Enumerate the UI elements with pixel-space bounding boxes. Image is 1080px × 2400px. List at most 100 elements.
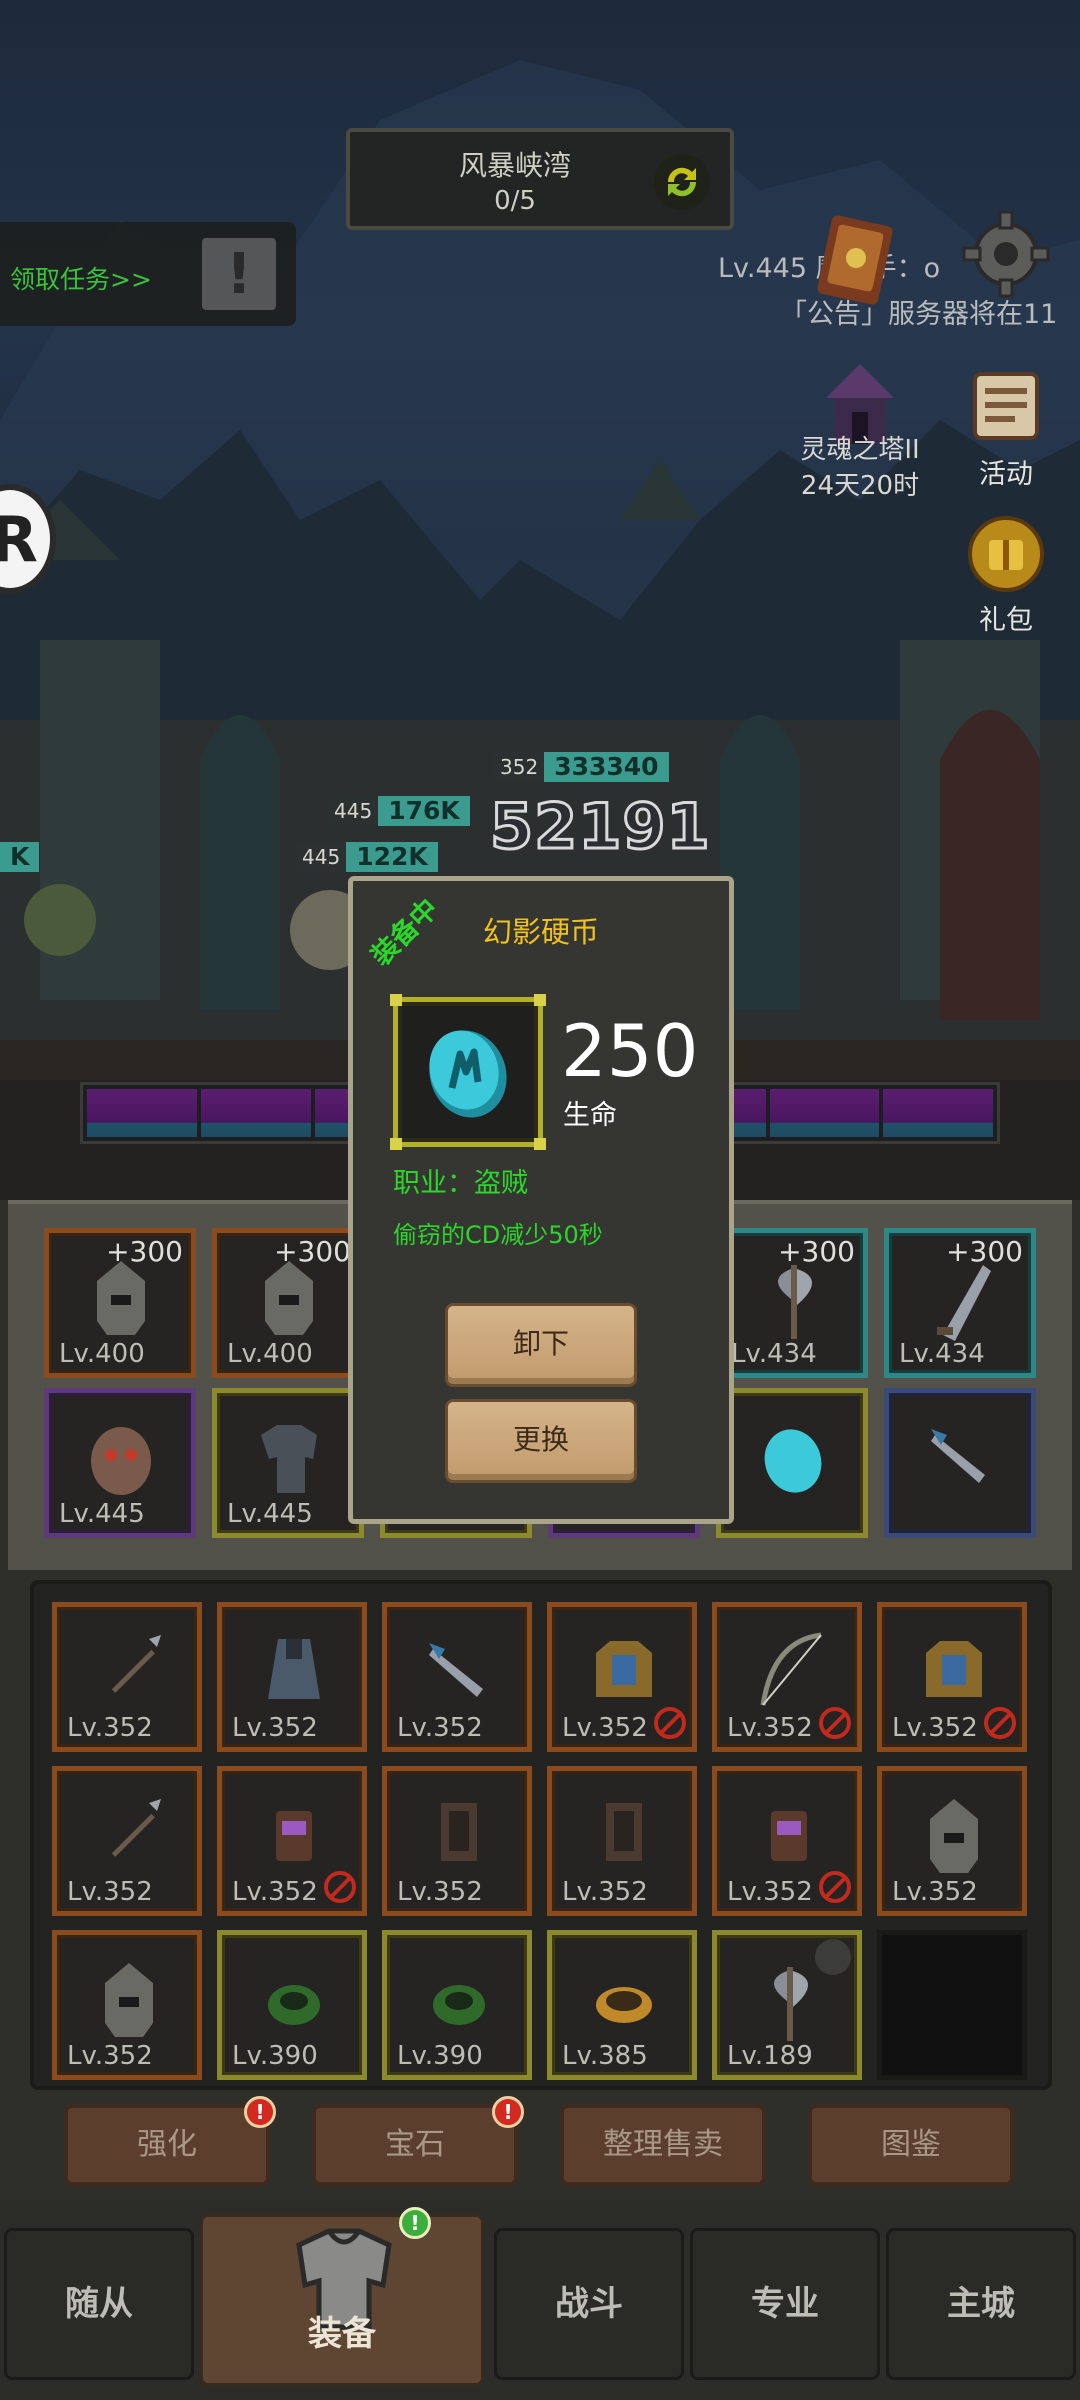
damage-number: 52191 xyxy=(489,789,712,865)
skill-slot[interactable] xyxy=(769,1089,880,1137)
skill-slot[interactable] xyxy=(883,1089,993,1137)
skill-slot[interactable] xyxy=(200,1089,311,1137)
quest-label: 领取任务>> xyxy=(10,265,152,294)
ally2-hp: 122K xyxy=(346,842,438,872)
item-slot[interactable]: Lv.352 xyxy=(52,1766,202,1916)
item-slot[interactable]: Lv.352 xyxy=(52,1930,202,2080)
item-name: 幻影硬币 xyxy=(482,915,599,949)
bracer-icon xyxy=(276,1811,312,1861)
item-slot[interactable]: Lv.385 xyxy=(547,1930,697,2080)
item-level: Lv.352 xyxy=(892,1713,978,1743)
item-slot[interactable]: Lv.352 xyxy=(52,1602,202,1752)
item-slot[interactable]: Lv.445 xyxy=(212,1388,364,1538)
enhance-bonus: +300 xyxy=(106,1235,183,1268)
edge-hp-tag: K xyxy=(0,842,40,872)
alert-badge: ! xyxy=(492,2096,524,2128)
prohibited-icon xyxy=(819,1707,851,1739)
item-level: Lv.352 xyxy=(562,1877,648,1907)
item-level: Lv.390 xyxy=(232,2041,318,2071)
item-slot[interactable]: Lv.352 xyxy=(217,1602,367,1752)
inventory-panel: Lv.352 Lv.352 Lv.352 Lv.352 Lv.352 Lv.352 Lv.3… xyxy=(30,1580,1052,2090)
item-slot[interactable]: +300 Lv.400 xyxy=(44,1228,196,1378)
nav-tab-profession[interactable]: 专业 xyxy=(690,2228,880,2380)
gem-label: 宝石 xyxy=(385,2127,445,2162)
item-level: Lv.352 xyxy=(67,1877,153,1907)
sort-sell-button[interactable]: 整理售卖 xyxy=(560,2104,766,2186)
item-slot[interactable]: Lv.352 xyxy=(217,1766,367,1916)
enhance-bonus: +300 xyxy=(274,1235,351,1268)
gem-button[interactable]: 宝石 ! xyxy=(312,2096,524,2186)
item-slot[interactable]: Lv.352 xyxy=(877,1602,1027,1752)
ring-icon xyxy=(433,1985,485,2025)
activity-label: 活动 xyxy=(979,459,1033,490)
item-level: Lv.352 xyxy=(397,1713,483,1743)
armor-icon xyxy=(261,1425,317,1493)
unequip-button[interactable]: 卸下 xyxy=(445,1303,637,1387)
map-name: 风暴峡湾 xyxy=(458,149,571,182)
item-slot[interactable]: Lv.445 xyxy=(44,1388,196,1538)
spear-icon xyxy=(111,1635,161,1693)
refresh-icon xyxy=(667,167,697,197)
skill-slot[interactable] xyxy=(87,1089,197,1137)
nav-equipment-label: 装备 xyxy=(308,2314,376,2354)
item-level: Lv.352 xyxy=(562,1713,648,1743)
bangle-icon xyxy=(596,1987,652,2023)
ally1-hp: 176K xyxy=(378,796,470,826)
enemy-hp-tag: 352 333340 xyxy=(494,752,669,782)
item-slot[interactable]: +300 Lv.434 xyxy=(716,1228,868,1378)
bottom-nav: 随从 装备 ! 战斗 专业 主城 xyxy=(0,2200,1080,2400)
nav-tab-battle[interactable]: 战斗 xyxy=(494,2228,684,2380)
nav-tab-followers[interactable]: 随从 xyxy=(4,2228,194,2380)
item-slot[interactable]: Lv.352 xyxy=(547,1766,697,1916)
scroll-icon xyxy=(973,372,1039,440)
enemy-level: 352 xyxy=(494,752,545,782)
activity-button[interactable]: 活动 xyxy=(956,366,1056,491)
item-effect: 偷窃的CD减少50秒 xyxy=(393,1221,603,1249)
item-slot[interactable]: +300 Lv.400 xyxy=(212,1228,364,1378)
item-slot[interactable]: Lv.352 xyxy=(382,1766,532,1916)
nav-tab-main-city[interactable]: 主城 xyxy=(886,2228,1076,2380)
item-level: Lv.400 xyxy=(59,1339,145,1369)
phantom-coin-icon xyxy=(429,1030,507,1118)
alert-badge: ! xyxy=(244,2096,276,2128)
codex-button[interactable]: 图鉴 xyxy=(808,2104,1014,2186)
sort-sell-label: 整理售卖 xyxy=(603,2127,723,2162)
item-slot[interactable]: Lv.352 xyxy=(382,1602,532,1752)
item-slot[interactable] xyxy=(716,1388,868,1538)
job-requirement: 职业：盗贼 xyxy=(393,1168,528,1199)
adventure-book-icon[interactable] xyxy=(810,210,900,310)
map-progress: 0/5 xyxy=(494,186,536,216)
ally2-hp-tag: 445 122K xyxy=(296,842,438,872)
item-slot[interactable]: Lv.352 xyxy=(712,1602,862,1752)
codex-label: 图鉴 xyxy=(881,2127,941,2162)
claim-quest-button[interactable]: 领取任务>> ! xyxy=(0,222,296,326)
item-slot[interactable]: Lv.352 xyxy=(877,1766,1027,1916)
nav-tab-equipment[interactable]: 装备 ! xyxy=(200,2207,484,2386)
item-frame xyxy=(390,994,546,1150)
prohibited-icon xyxy=(324,1871,356,1903)
spear-icon xyxy=(111,1799,161,1857)
item-slot[interactable]: Lv.390 xyxy=(217,1930,367,2080)
prohibited-icon xyxy=(819,1871,851,1903)
enhance-label: 强化 xyxy=(137,2127,197,2162)
item-slot[interactable]: Lv.189 xyxy=(712,1930,862,2080)
coin-icon xyxy=(764,1429,822,1493)
gear-icon[interactable] xyxy=(960,208,1052,300)
stat-value: 250 xyxy=(561,1009,699,1093)
item-level: Lv.352 xyxy=(232,1877,318,1907)
item-slot[interactable]: Lv.352 xyxy=(547,1602,697,1752)
enhance-button[interactable]: 强化 ! xyxy=(64,2096,276,2186)
swap-button[interactable]: 更换 xyxy=(445,1399,637,1483)
item-level: Lv.434 xyxy=(899,1339,985,1369)
item-slot[interactable]: Lv.352 xyxy=(712,1766,862,1916)
item-slot[interactable] xyxy=(884,1388,1036,1538)
gift-pack-button[interactable]: 礼包 xyxy=(956,512,1056,637)
gift-pack-icon xyxy=(968,516,1044,592)
item-slot[interactable]: +300 Lv.434 xyxy=(884,1228,1036,1378)
item-slot[interactable]: Lv.390 xyxy=(382,1930,532,2080)
enemy-hp: 333340 xyxy=(544,752,669,782)
greaves-icon xyxy=(606,1803,642,1861)
item-detail-popup: 装备中 幻影硬币 250 生命 职业：盗贼 偷窃的CD减少50秒 卸下 更换 xyxy=(348,876,734,1524)
item-level: Lv.352 xyxy=(232,1713,318,1743)
refresh-map-button[interactable] xyxy=(654,154,710,210)
